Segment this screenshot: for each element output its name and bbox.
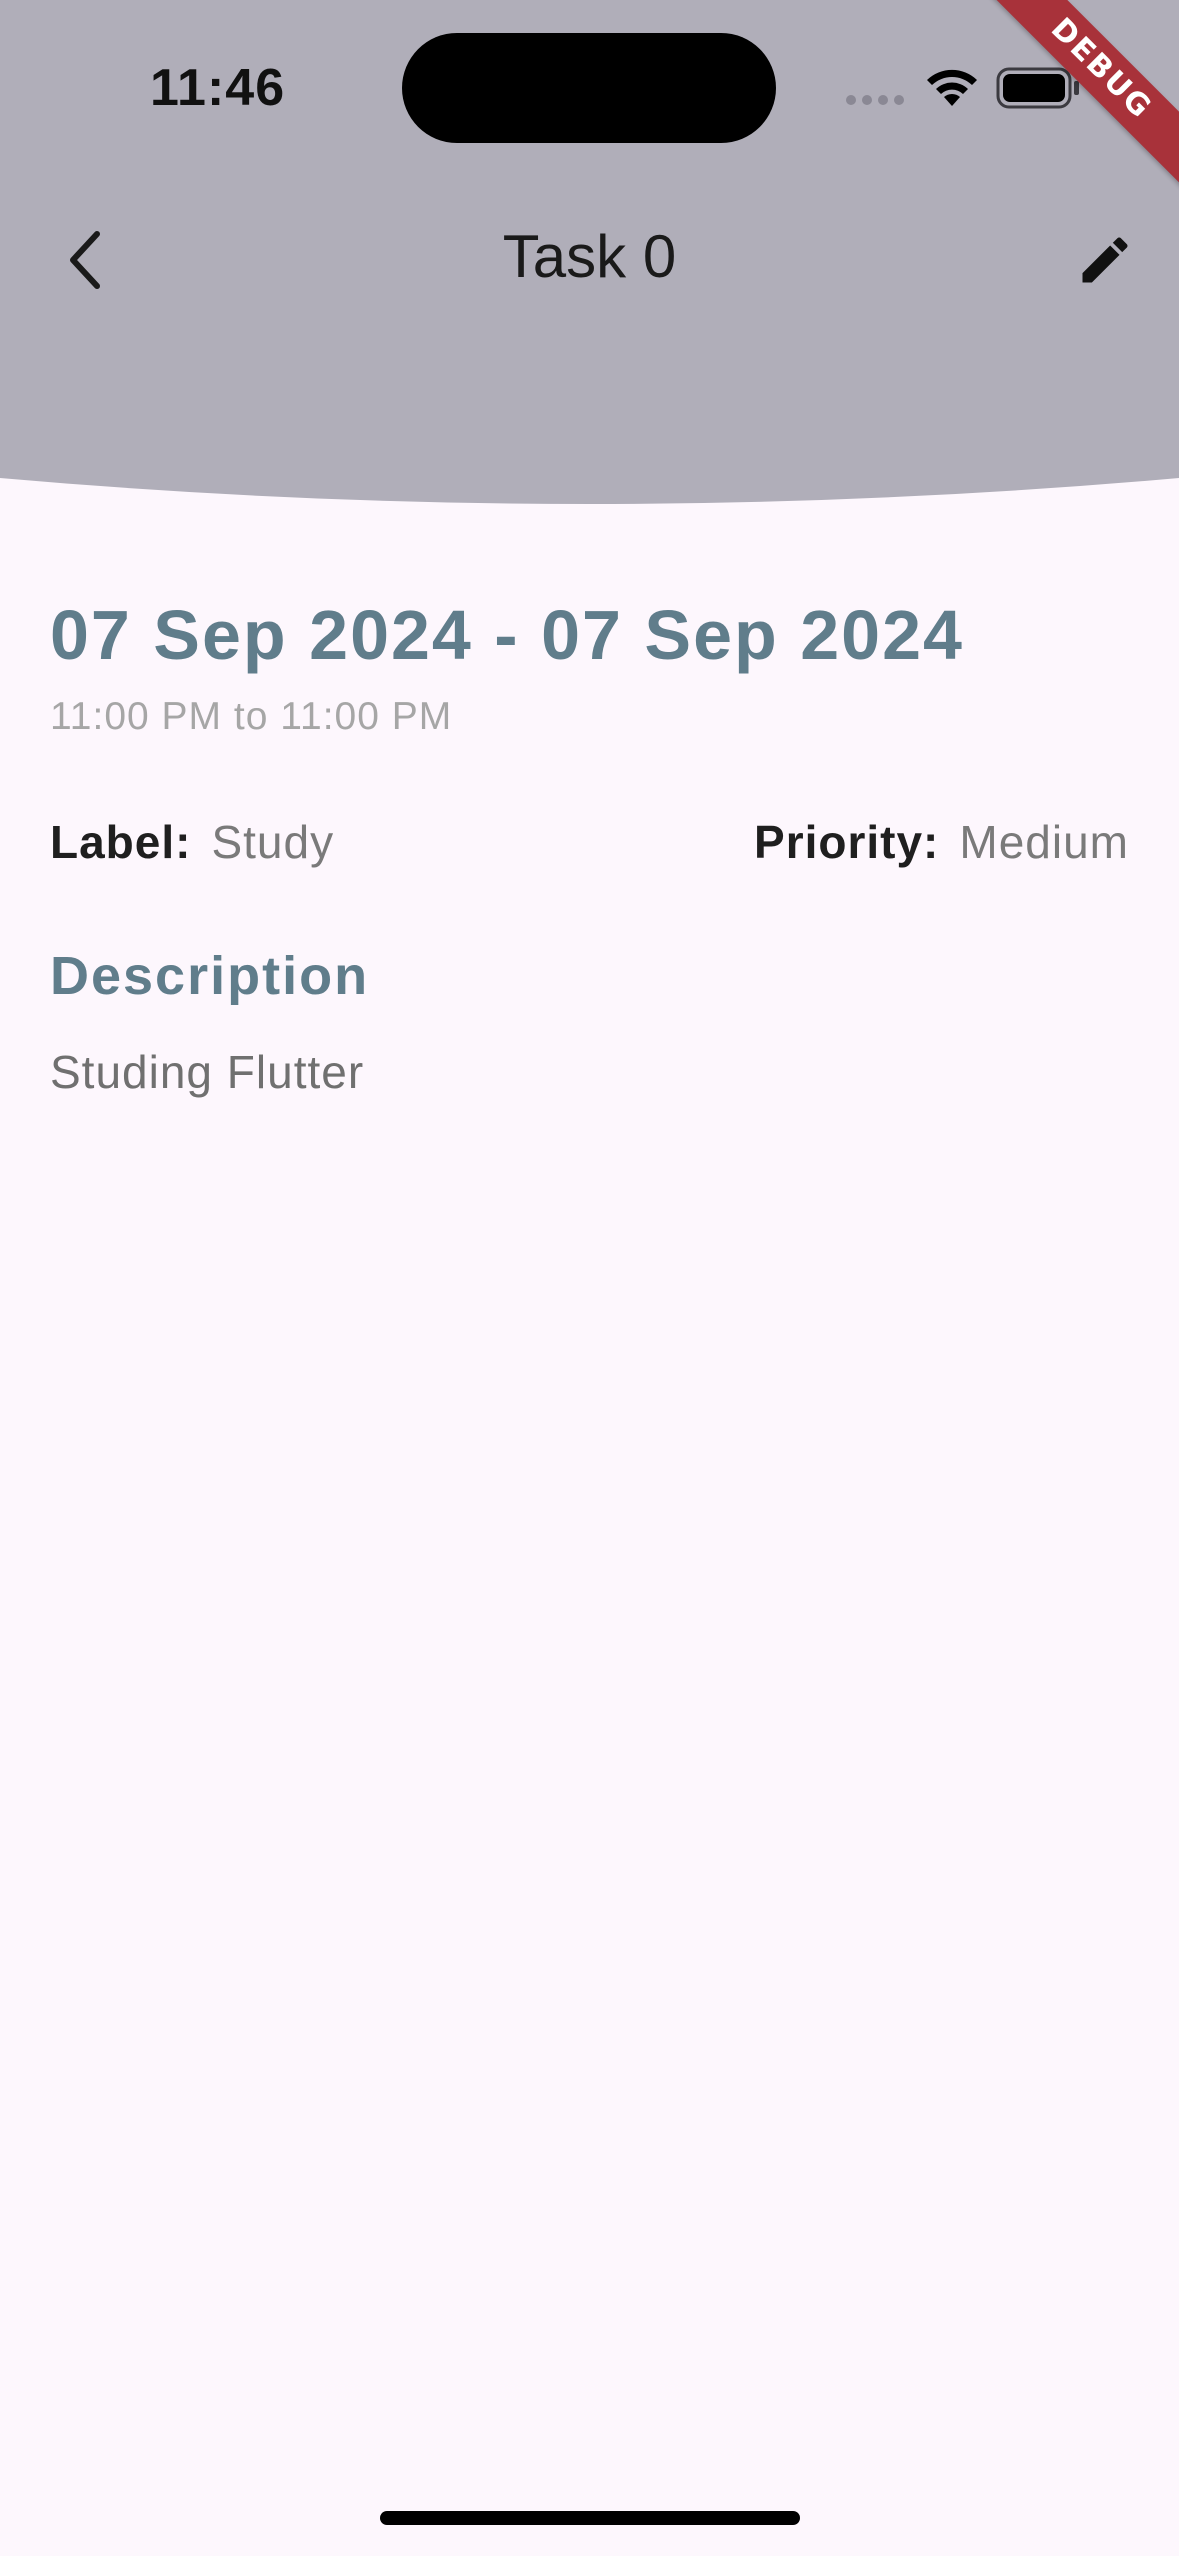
- description-heading: Description: [50, 946, 370, 1006]
- dynamic-island: [402, 33, 776, 143]
- priority-row: Priority: Medium: [754, 815, 1129, 869]
- task-detail-screen: 11:46 DEBUG Task 0 07 Sep 2024 - 07 Sep …: [0, 0, 1179, 2556]
- wifi-icon: [927, 69, 977, 106]
- task-date-range: 07 Sep 2024 - 07 Sep 2024: [50, 596, 964, 674]
- label-key: Label:: [50, 816, 192, 868]
- pencil-icon: [1082, 237, 1128, 283]
- cellular-signal-icon: [846, 95, 904, 105]
- label-value: Study: [211, 816, 335, 868]
- label-row: Label: Study: [50, 815, 334, 869]
- task-time-range: 11:00 PM to 11:00 PM: [50, 695, 453, 738]
- page-title: Task 0: [502, 223, 677, 290]
- priority-value: Medium: [959, 816, 1129, 868]
- priority-key: Priority:: [754, 816, 940, 868]
- description-text: Studing Flutter: [50, 1046, 365, 1098]
- status-bar-time: 11:46: [150, 59, 286, 117]
- edit-button[interactable]: [1060, 210, 1150, 310]
- home-indicator[interactable]: [380, 2511, 800, 2525]
